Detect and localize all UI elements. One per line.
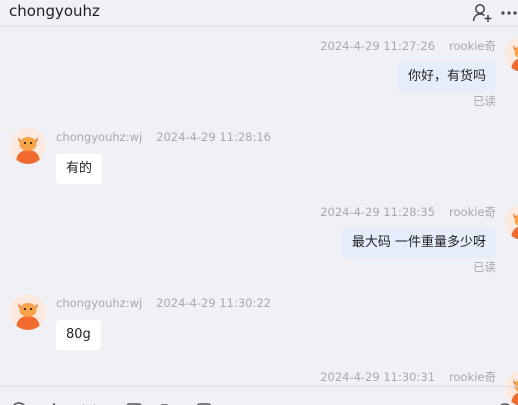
input-toolbar <box>0 386 518 405</box>
chat-window: chongyouhz 2024-4-29 11:27:26 rookie奇 你好… <box>0 0 518 405</box>
message-sender: rookie奇 <box>449 205 496 219</box>
avatar[interactable] <box>10 294 46 330</box>
message-time: 2024-4-29 11:28:16 <box>156 130 271 144</box>
avatar[interactable] <box>10 128 46 164</box>
message-bubble[interactable]: 80g <box>56 320 101 350</box>
message-time: 2024-4-29 11:27:26 <box>320 39 436 53</box>
message-meta: 2024-4-29 11:27:26 rookie奇 <box>320 38 496 54</box>
message-time: 2024-4-29 11:28:35 <box>320 205 436 219</box>
image-icon[interactable] <box>125 398 143 405</box>
avatar[interactable] <box>505 36 518 72</box>
chat-icon[interactable] <box>195 398 213 405</box>
avatar[interactable] <box>505 204 518 240</box>
more-icon[interactable] <box>500 2 518 24</box>
message-sender: rookie奇 <box>449 370 496 384</box>
message-sender: chongyouhz:wj <box>56 296 143 310</box>
chat-header: chongyouhz <box>0 0 518 27</box>
chat-title: chongyouhz <box>9 2 100 20</box>
message-time: 2024-4-29 11:30:31 <box>320 370 436 384</box>
message-bubble[interactable]: 最大码 一件重量多少呀 <box>341 228 496 258</box>
read-status: 已读 <box>473 260 496 274</box>
scissors-icon[interactable] <box>80 398 98 405</box>
bell-icon[interactable] <box>45 398 63 405</box>
read-status: 已读 <box>473 94 496 108</box>
add-member-icon[interactable] <box>471 2 493 24</box>
message-meta: chongyouhz:wj 2024-4-29 11:30:22 <box>56 296 271 310</box>
message-bubble[interactable]: 你好，有货吗 <box>397 62 496 92</box>
folder-icon[interactable] <box>160 398 178 405</box>
emoji-icon[interactable] <box>10 398 28 405</box>
message-sender: chongyouhz:wj <box>56 130 143 144</box>
message-meta: 2024-4-29 11:28:35 rookie奇 <box>320 204 496 220</box>
message-bubble[interactable]: 有的 <box>56 154 103 184</box>
message-meta: 2024-4-29 11:30:31 rookie奇 <box>320 369 496 385</box>
plus-icon[interactable] <box>496 398 514 405</box>
message-time: 2024-4-29 11:30:22 <box>156 296 271 310</box>
message-meta: chongyouhz:wj 2024-4-29 11:28:16 <box>56 130 271 144</box>
message-sender: rookie奇 <box>449 39 496 53</box>
